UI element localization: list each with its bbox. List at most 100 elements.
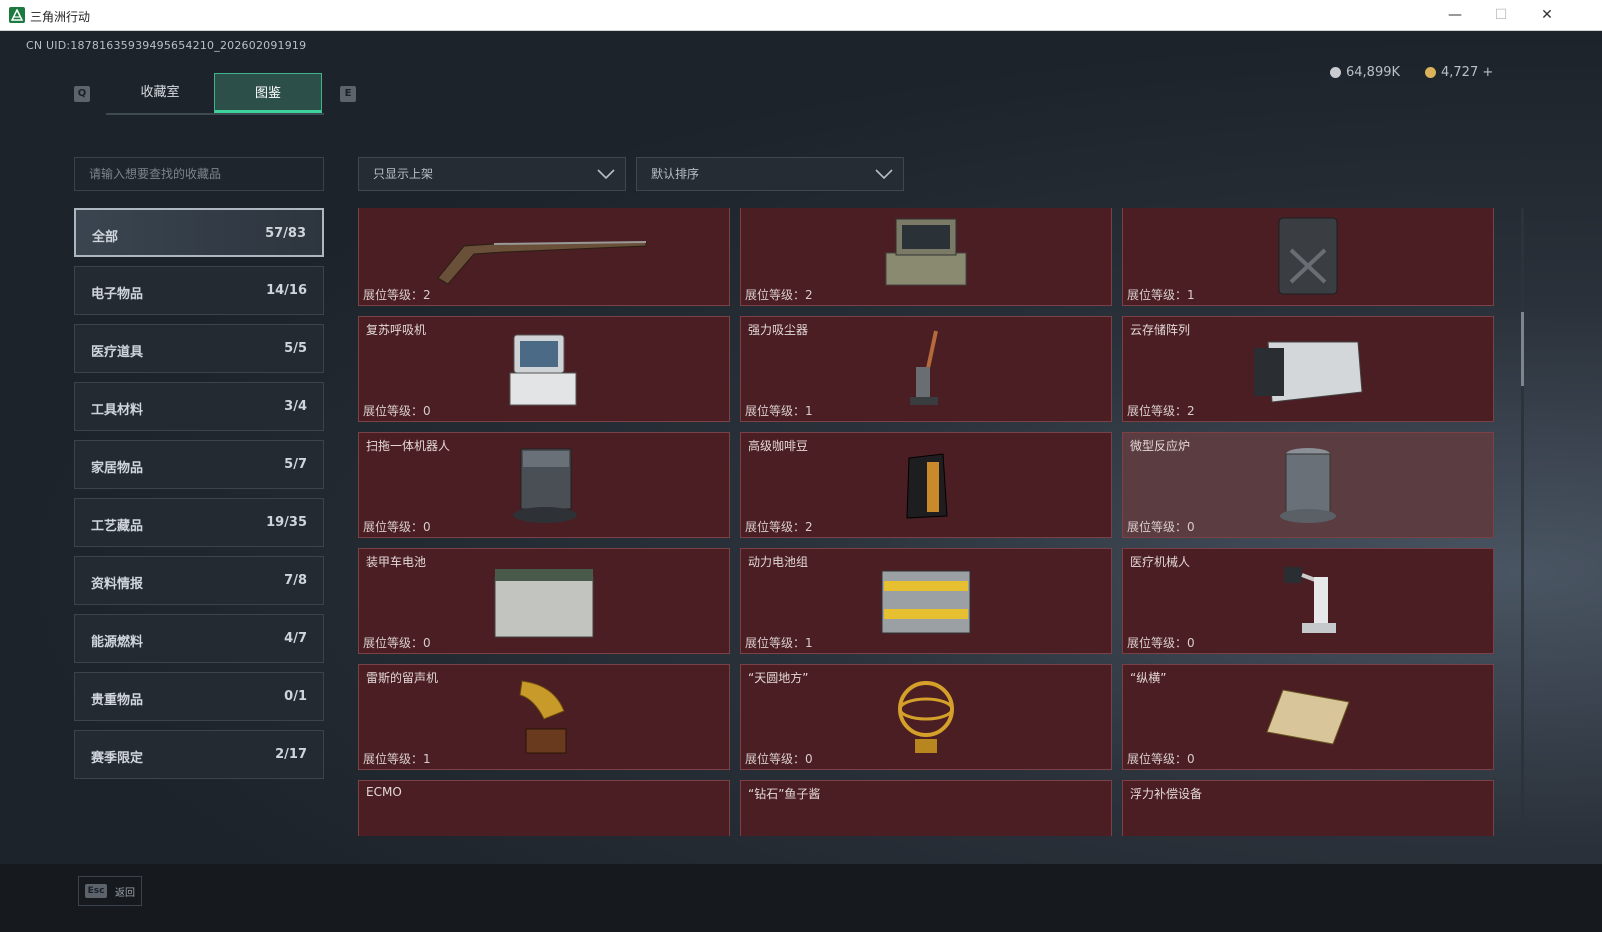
armillary-icon — [898, 681, 954, 753]
category-count: 57/83 — [265, 226, 306, 241]
item-name: 动力电池组 — [748, 555, 809, 569]
app-logo-icon — [9, 7, 25, 23]
category-count: 4/7 — [284, 631, 307, 646]
item-card[interactable]: 装甲车电池 展位等级：0 — [358, 548, 730, 654]
currency-gold[interactable]: 4,727 + — [1425, 65, 1493, 80]
item-level: 展位等级：0 — [745, 752, 813, 766]
category-household[interactable]: 家居物品 5/7 — [74, 440, 324, 489]
grid-scrollbar[interactable] — [1521, 208, 1524, 836]
medical-robot-icon — [1284, 567, 1336, 633]
item-name: “天圆地方” — [748, 671, 809, 685]
item-grid: 展位等级：2 展位等级：2 展位等级：1 复苏呼吸机 展位等级：0 强力吸尘器 — [358, 208, 1494, 836]
category-label: 全部 — [92, 230, 119, 245]
scrollbar-thumb[interactable] — [1521, 312, 1524, 386]
musket-icon — [437, 241, 647, 285]
esc-key-hint: Esc — [85, 884, 107, 898]
category-energy[interactable]: 能源燃料 4/7 — [74, 614, 324, 663]
item-level: 展位等级：1 — [1127, 288, 1195, 302]
item-name: 扫拖一体机器人 — [366, 439, 451, 453]
minimize-button[interactable]: — — [1432, 0, 1478, 30]
item-card[interactable]: ECMO — [358, 780, 730, 836]
category-intel[interactable]: 资料情报 7/8 — [74, 556, 324, 605]
category-season[interactable]: 赛季限定 2/17 — [74, 730, 324, 779]
item-card[interactable]: “天圆地方” 展位等级：0 — [740, 664, 1112, 770]
gramophone-icon — [519, 680, 567, 754]
item-card[interactable]: 高级咖啡豆 展位等级：2 — [740, 432, 1112, 538]
item-name: 复苏呼吸机 — [366, 323, 427, 337]
currency-silver-value: 64,899K — [1346, 65, 1401, 80]
currency-gold-value: 4,727 + — [1441, 65, 1494, 80]
item-card[interactable]: “钻石”鱼子酱 — [740, 780, 1112, 836]
category-all[interactable]: 全部 57/83 — [74, 208, 324, 257]
item-card[interactable]: 扫拖一体机器人 展位等级：0 — [358, 432, 730, 538]
jerrycan-icon — [1278, 217, 1338, 295]
currency-silver[interactable]: 64,899K — [1330, 65, 1400, 80]
close-button[interactable]: ✕ — [1524, 0, 1570, 30]
search-input[interactable] — [87, 166, 315, 182]
back-label: 返回 — [115, 888, 135, 899]
chevron-down-icon — [875, 169, 893, 180]
item-level: 展位等级：0 — [1127, 636, 1195, 650]
item-name: 强力吸尘器 — [748, 323, 809, 337]
search-field[interactable] — [74, 157, 324, 191]
item-level: 展位等级：1 — [745, 404, 813, 418]
item-name: “钻石”鱼子酱 — [748, 787, 821, 801]
item-level: 展位等级：0 — [363, 636, 431, 650]
key-e-hint[interactable]: E — [340, 86, 356, 102]
bottom-bar: Esc 返回 — [0, 864, 1602, 932]
category-medical[interactable]: 医疗道具 5/5 — [74, 324, 324, 373]
category-tools[interactable]: 工具材料 3/4 — [74, 382, 324, 431]
category-count: 5/7 — [284, 457, 307, 472]
bcd-icon — [1278, 835, 1338, 836]
item-grid-viewport: 展位等级：2 展位等级：2 展位等级：1 复苏呼吸机 展位等级：0 强力吸尘器 — [358, 208, 1518, 836]
category-label: 能源燃料 — [91, 635, 144, 650]
uid-label: CN UID:18781635939495654210_202602091919 — [26, 39, 307, 52]
item-card[interactable]: 强力吸尘器 展位等级：1 — [740, 316, 1112, 422]
tab-catalog[interactable]: 图鉴 — [214, 73, 322, 113]
item-card[interactable]: 动力电池组 展位等级：1 — [740, 548, 1112, 654]
sort-dropdown[interactable]: 默认排序 — [636, 157, 904, 191]
item-level: 展位等级：2 — [745, 288, 813, 302]
reactor-icon — [1280, 448, 1336, 523]
item-name: 高级咖啡豆 — [748, 439, 809, 453]
category-count: 5/5 — [284, 341, 307, 356]
category-electronics[interactable]: 电子物品 14/16 — [74, 266, 324, 315]
battery-icon — [494, 569, 594, 638]
tab-collection-room[interactable]: 收藏室 — [106, 73, 214, 113]
category-count: 3/4 — [284, 399, 307, 414]
item-card[interactable]: 医疗机械人 展位等级：0 — [1122, 548, 1494, 654]
category-count: 19/35 — [266, 515, 307, 530]
item-card[interactable]: 雷斯的留声机 展位等级：1 — [358, 664, 730, 770]
item-level: 展位等级：0 — [363, 404, 431, 418]
item-card[interactable]: 浮力补偿设备 — [1122, 780, 1494, 836]
storage-array-icon — [1254, 341, 1363, 403]
item-card[interactable]: “纵横” 展位等级：0 — [1122, 664, 1494, 770]
key-q-hint[interactable]: Q — [74, 86, 90, 102]
item-name: 云存储阵列 — [1130, 323, 1191, 337]
category-label: 工具材料 — [91, 403, 144, 418]
back-button[interactable]: Esc 返回 — [78, 876, 142, 906]
category-label: 家居物品 — [91, 461, 144, 476]
category-count: 14/16 — [266, 283, 307, 298]
item-card[interactable]: 微型反应炉 展位等级：0 — [1122, 432, 1494, 538]
item-card[interactable]: 展位等级：2 — [740, 208, 1112, 306]
item-name: ECMO — [366, 785, 402, 799]
item-card[interactable]: 复苏呼吸机 展位等级：0 — [358, 316, 730, 422]
item-level: 展位等级：1 — [745, 636, 813, 650]
item-card[interactable]: 云存储阵列 展位等级：2 — [1122, 316, 1494, 422]
category-label: 电子物品 — [91, 287, 144, 302]
battery-pack-icon — [881, 570, 971, 634]
maximize-button[interactable]: ☐ — [1478, 0, 1524, 30]
category-count: 0/1 — [284, 689, 307, 704]
item-card[interactable]: 展位等级：1 — [1122, 208, 1494, 306]
item-level: 展位等级：1 — [363, 752, 431, 766]
category-valuables[interactable]: 贵重物品 0/1 — [74, 672, 324, 721]
category-count: 7/8 — [284, 573, 307, 588]
item-card[interactable]: 展位等级：2 — [358, 208, 730, 306]
item-level: 展位等级：2 — [1127, 404, 1195, 418]
main-tabs: 收藏室 图鉴 — [106, 73, 324, 115]
category-crafts[interactable]: 工艺藏品 19/35 — [74, 498, 324, 547]
item-level: 展位等级：2 — [363, 288, 431, 302]
item-level: 展位等级：2 — [745, 520, 813, 534]
display-filter-dropdown[interactable]: 只显示上架 — [358, 157, 626, 191]
